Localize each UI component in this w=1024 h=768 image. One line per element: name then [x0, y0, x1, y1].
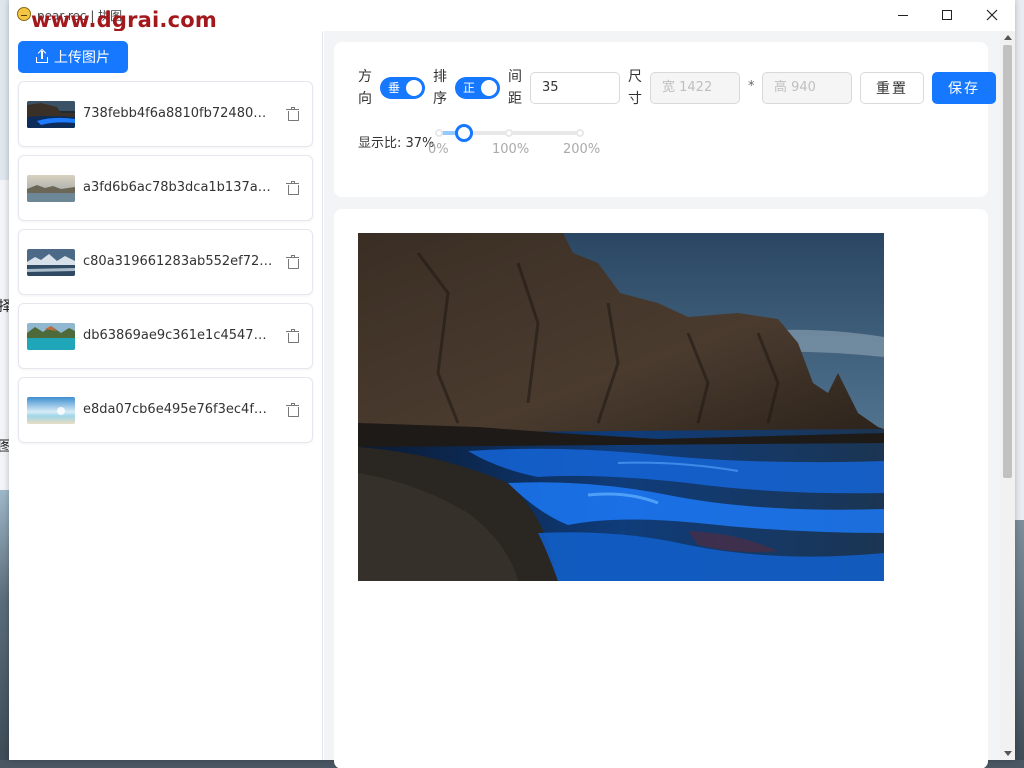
close-icon	[986, 9, 998, 21]
maximize-button[interactable]	[924, 0, 970, 30]
scroll-down-icon[interactable]	[1004, 751, 1012, 756]
slider-mark-label: 0%	[428, 142, 449, 157]
list-item[interactable]: 738febb4f6a8810fb7248056...	[18, 81, 313, 147]
direction-toggle[interactable]: 垂	[380, 77, 425, 99]
list-item[interactable]: c80a319661283ab552ef72cd...	[18, 229, 313, 295]
minimize-button[interactable]	[880, 0, 926, 30]
width-input[interactable]: 宽 1422	[650, 72, 740, 104]
list-item[interactable]: db63869ae9c361e1c45472a...	[18, 303, 313, 369]
save-button[interactable]: 保存	[932, 72, 996, 104]
sort-label: 排序	[433, 69, 447, 107]
slider-mark-label: 200%	[563, 142, 601, 157]
gap-label: 间距	[508, 69, 522, 107]
image-thumbnail	[27, 249, 75, 276]
direction-label: 方向	[358, 69, 372, 107]
slider-mark-dot	[505, 129, 513, 137]
slider-mark-label: 100%	[492, 142, 530, 157]
preview-canvas	[334, 209, 988, 768]
vertical-scrollbar[interactable]	[1000, 31, 1015, 760]
delete-icon[interactable]	[286, 255, 299, 269]
file-name: e8da07cb6e495e76f3ec4fd3...	[83, 402, 273, 417]
image-thumbnail	[27, 101, 75, 128]
sort-toggle-text: 正	[463, 81, 476, 95]
file-name: db63869ae9c361e1c45472a...	[83, 328, 273, 343]
image-thumbnail	[27, 397, 75, 424]
upload-button-label: 上传图片	[54, 50, 110, 66]
delete-icon[interactable]	[286, 181, 299, 195]
slider-mark-dot	[576, 129, 584, 137]
file-name: c80a319661283ab552ef72cd...	[83, 254, 273, 269]
delete-icon[interactable]	[286, 107, 299, 121]
desktop-background-left	[0, 0, 9, 768]
slider-mark-dot	[435, 129, 443, 137]
zoom-slider-handle[interactable]	[455, 124, 473, 142]
image-thumbnail	[27, 175, 75, 202]
file-list: 738febb4f6a8810fb7248056... a3fd6b6ac78b…	[18, 81, 313, 451]
minimize-icon	[898, 14, 908, 16]
direction-toggle-text: 垂	[388, 81, 401, 95]
file-name: a3fd6b6ac78b3dca1b137a80...	[83, 180, 273, 195]
sort-toggle[interactable]: 正	[455, 77, 500, 99]
reset-button[interactable]: 重置	[860, 72, 924, 104]
settings-panel: 方向 垂 排序 正 间距 35 尺寸 宽 1422 * 高 940 重置 保存 …	[334, 42, 996, 197]
gap-input[interactable]: 35	[530, 72, 620, 104]
desktop-background-right	[1015, 0, 1024, 768]
list-item[interactable]: a3fd6b6ac78b3dca1b137a80...	[18, 155, 313, 221]
toggle-knob	[406, 80, 422, 96]
watermark-text: www.dgrai.com	[31, 8, 217, 32]
main-content: 方向 垂 排序 正 间距 35 尺寸 宽 1422 * 高 940 重置 保存 …	[324, 31, 1000, 768]
image-thumbnail	[27, 323, 75, 350]
upload-icon	[36, 48, 48, 63]
maximize-icon	[942, 10, 952, 20]
file-name: 738febb4f6a8810fb7248056...	[83, 106, 273, 121]
app-window: pear-rec | 拼图 www.dgrai.com 上传图片 738febb…	[9, 0, 1015, 768]
merged-image-preview[interactable]	[358, 233, 884, 581]
height-input[interactable]: 高 940	[762, 72, 852, 104]
display-ratio-label: 显示比: 37%	[358, 136, 435, 151]
close-button[interactable]	[969, 0, 1015, 30]
size-separator: *	[748, 79, 755, 94]
size-label: 尺寸	[628, 69, 642, 107]
list-item[interactable]: e8da07cb6e495e76f3ec4fd3...	[18, 377, 313, 443]
scroll-up-icon[interactable]	[1004, 35, 1012, 40]
title-bar[interactable]: pear-rec | 拼图 www.dgrai.com	[9, 0, 1015, 32]
scrollbar-thumb[interactable]	[1003, 45, 1012, 478]
toggle-knob	[481, 80, 497, 96]
app-logo-icon	[17, 7, 31, 21]
upload-image-button[interactable]: 上传图片	[18, 41, 128, 73]
image-list-sidebar: 上传图片 738febb4f6a8810fb7248056... a3fd6b6…	[9, 31, 323, 760]
delete-icon[interactable]	[286, 329, 299, 343]
delete-icon[interactable]	[286, 403, 299, 417]
